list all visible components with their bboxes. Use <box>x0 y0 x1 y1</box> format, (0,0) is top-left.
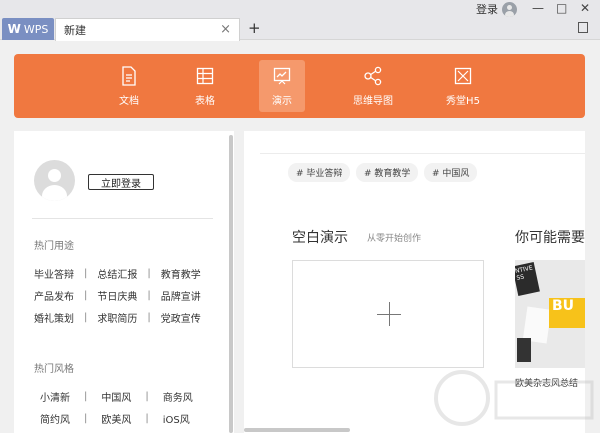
tag-link[interactable]: 毕业答辩 <box>34 266 74 281</box>
tool-document-label: 文档 <box>119 96 139 107</box>
tag-link[interactable]: 总结汇报 <box>97 266 137 281</box>
recommended-title: 你可能需要 <box>515 230 585 246</box>
tag-link[interactable]: 求职简历 <box>97 310 137 325</box>
separator: | <box>145 391 149 402</box>
tool-spreadsheet[interactable]: 表格 <box>182 60 228 112</box>
close-window-button[interactable]: ✕ <box>580 1 590 15</box>
login-label: 登录 <box>476 3 498 16</box>
tool-mindmap-label: 思维导图 <box>353 96 393 107</box>
blank-presentation-subtitle: 从零开始创作 <box>367 234 422 244</box>
blank-presentation-title: 空白演示 <box>292 230 348 246</box>
tag-link[interactable]: 产品发布 <box>34 288 74 303</box>
tag-link[interactable]: 教育教学 <box>161 266 201 281</box>
hot-style-row: 简约风 | 欧美风 | iOS风 <box>40 411 190 426</box>
tool-document[interactable]: 文档 <box>106 60 152 112</box>
separator: | <box>145 413 149 424</box>
hot-use-row: 毕业答辩 | 总结汇报 | 教育教学 <box>34 266 201 281</box>
tag-link[interactable]: 品牌宣讲 <box>161 288 201 303</box>
tag-chip[interactable]: # 中国风 <box>424 163 478 182</box>
separator: | <box>84 268 88 279</box>
divider <box>32 218 213 219</box>
tab-list-icon[interactable] <box>578 22 588 33</box>
right-panel: # 毕业答辩 # 教育教学 # 中国风 空白演示 从零开始创作 你可能需要 NT… <box>244 131 585 433</box>
create-type-toolbar: 文档 表格 演示 思维导图 秀堂H5 <box>14 54 585 118</box>
tool-h5[interactable]: 秀堂H5 <box>438 60 488 112</box>
thumbnail-dark-strip <box>517 338 531 362</box>
thumbnail-dark-card: NTIVE SS <box>515 262 540 296</box>
tag-link[interactable]: iOS风 <box>163 411 190 426</box>
tag-chip[interactable]: # 教育教学 <box>356 163 419 182</box>
tag-link[interactable]: 商务风 <box>163 389 193 404</box>
presentation-icon <box>272 66 292 86</box>
separator: | <box>84 391 88 402</box>
separator: | <box>147 268 151 279</box>
tag-link[interactable]: 节日庆典 <box>97 288 137 303</box>
tag-link[interactable]: 欧美风 <box>101 411 131 426</box>
login-link[interactable]: 登录 <box>476 1 517 17</box>
tab-new[interactable]: 新建 × <box>55 18 240 41</box>
tab-close-icon[interactable]: × <box>220 22 231 37</box>
horizontal-scrollbar[interactable] <box>244 428 350 432</box>
tool-mindmap[interactable]: 思维导图 <box>346 60 400 112</box>
tool-spreadsheet-label: 表格 <box>195 96 215 107</box>
template-thumbnail[interactable]: NTIVE SS BU <box>515 260 585 368</box>
tag-link[interactable]: 党政宣传 <box>161 310 201 325</box>
wps-home-tab[interactable]: W WPS <box>2 18 54 40</box>
new-blank-presentation-card[interactable] <box>292 260 484 368</box>
wps-logo-icon: W <box>7 22 21 36</box>
tag-link[interactable]: 婚礼策划 <box>34 310 74 325</box>
restore-button[interactable]: □ <box>556 1 567 15</box>
left-panel: 立即登录 热门用途 毕业答辩 | 总结汇报 | 教育教学 产品发布 | 节日庆典… <box>14 131 234 433</box>
hot-use-title: 热门用途 <box>34 241 74 252</box>
title-bar: W WPS 新建 × + 登录 — □ ✕ <box>0 0 600 41</box>
wps-home-label: WPS <box>23 22 49 36</box>
tool-h5-label: 秀堂H5 <box>446 96 480 107</box>
tag-link[interactable]: 简约风 <box>40 411 70 426</box>
hot-use-row: 产品发布 | 节日庆典 | 品牌宣讲 <box>34 288 201 303</box>
separator: | <box>84 312 88 323</box>
h5-icon <box>453 66 473 86</box>
new-tab-button[interactable]: + <box>248 19 261 37</box>
plus-icon <box>389 302 390 326</box>
hot-use-row: 婚礼策划 | 求职简历 | 党政宣传 <box>34 310 201 325</box>
hot-style-row: 小清新 | 中国风 | 商务风 <box>40 389 193 404</box>
tab-new-label: 新建 <box>64 24 86 37</box>
divider <box>260 153 585 154</box>
document-icon <box>119 66 139 86</box>
hot-style-title: 热门风格 <box>34 364 74 375</box>
login-now-button[interactable]: 立即登录 <box>88 174 154 190</box>
left-scrollbar[interactable] <box>229 135 233 433</box>
tag-link[interactable]: 中国风 <box>101 389 131 404</box>
template-caption[interactable]: 欧美杂志风总结 <box>515 376 578 389</box>
thumbnail-yellow-card: BU <box>549 298 585 328</box>
separator: | <box>84 290 88 301</box>
user-avatar[interactable] <box>34 160 75 201</box>
mindmap-icon <box>363 66 383 86</box>
tool-presentation-label: 演示 <box>272 96 292 107</box>
tool-presentation[interactable]: 演示 <box>259 60 305 112</box>
separator: | <box>147 290 151 301</box>
separator: | <box>84 413 88 424</box>
tag-chip[interactable]: # 毕业答辩 <box>288 163 351 182</box>
separator: | <box>147 312 151 323</box>
tag-link[interactable]: 小清新 <box>40 389 70 404</box>
user-avatar-icon <box>502 1 517 17</box>
minimize-button[interactable]: — <box>532 1 544 15</box>
table-icon <box>195 66 215 86</box>
